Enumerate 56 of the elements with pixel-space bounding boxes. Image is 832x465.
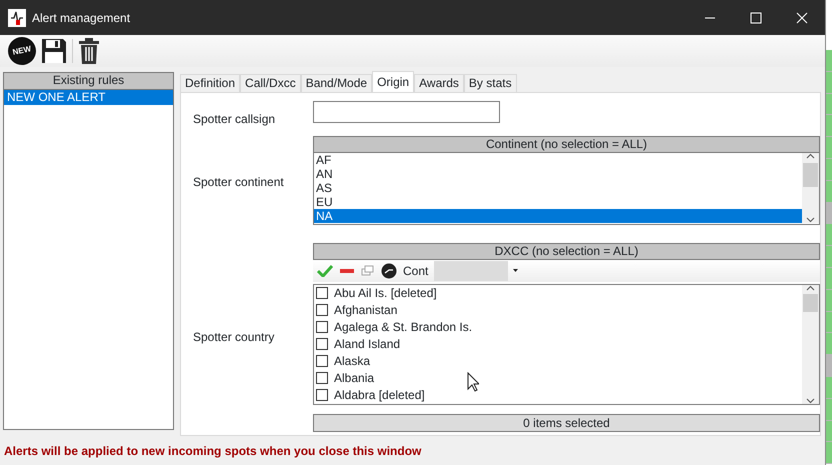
rule-item[interactable]: NEW ONE ALERT	[4, 90, 173, 105]
list-item[interactable]: AS	[314, 181, 802, 196]
cursor-icon	[467, 372, 479, 392]
scrollbar[interactable]	[802, 153, 819, 224]
scroll-thumb[interactable]	[803, 163, 818, 188]
continent-list[interactable]: AF AN AS EU NA	[313, 153, 820, 226]
scroll-thumb[interactable]	[803, 294, 818, 312]
save-icon[interactable]	[40, 37, 68, 65]
field-label: Spotter continent	[193, 174, 285, 192]
trash-icon[interactable]	[77, 37, 101, 65]
scroll-up-icon[interactable]	[806, 153, 815, 160]
checkbox[interactable]	[316, 372, 328, 384]
scroll-up-icon[interactable]	[806, 284, 815, 291]
list-item[interactable]: AF	[314, 153, 802, 168]
filter-label: Cont	[403, 262, 428, 280]
scroll-down-icon[interactable]	[806, 217, 815, 224]
checkbox[interactable]	[316, 338, 328, 350]
list-item[interactable]: Agalega & St. Brandon Is.	[314, 318, 802, 336]
tab[interactable]: Awards	[414, 74, 464, 92]
list-item[interactable]: Abu Ail Is. [deleted]	[314, 284, 802, 302]
checkbox[interactable]	[316, 304, 328, 316]
callsign-field[interactable]	[313, 101, 500, 123]
list-item[interactable]: AN	[314, 167, 802, 182]
list-header: Continent (no selection = ALL)	[313, 136, 820, 154]
list-item[interactable]: EU	[314, 195, 802, 210]
close-icon[interactable]	[796, 12, 808, 24]
maximize-icon[interactable]	[750, 12, 762, 24]
selection-count: 0 items selected	[313, 414, 820, 432]
tab[interactable]: Origin	[372, 71, 414, 92]
list-item[interactable]: Aland Island	[314, 336, 802, 353]
checkbox[interactable]	[316, 355, 328, 368]
tab[interactable]: Definition	[180, 74, 240, 92]
gauge-icon[interactable]	[381, 262, 397, 279]
check-icon[interactable]	[317, 264, 333, 277]
tab[interactable]: Band/Mode	[300, 74, 372, 92]
list-header: DXCC (no selection = ALL)	[313, 242, 820, 260]
checkbox[interactable]	[316, 287, 328, 300]
scrollbar[interactable]	[802, 284, 819, 404]
country-list[interactable]: Abu Ail Is. [deleted] Afghanistan Agalega & St. Brandon Is. Aland Island Alaska Albania Aldabra [deleted]	[313, 284, 820, 405]
status-message: Alerts will be applied to new incoming spots when you close this window	[4, 443, 422, 460]
list-item[interactable]: Afghanistan	[314, 302, 802, 319]
field-label: Spotter callsign	[193, 110, 276, 128]
list-item[interactable]: Albania	[314, 370, 802, 387]
checkbox[interactable]	[316, 389, 328, 402]
app-icon	[8, 8, 26, 26]
window-title: Alert management	[32, 10, 130, 26]
tab[interactable]: By stats	[464, 74, 517, 92]
checkbox[interactable]	[316, 321, 328, 334]
tab[interactable]: Call/Dxcc	[240, 74, 301, 92]
list-item[interactable]: Aldabra [deleted]	[314, 386, 802, 404]
panel-header: Existing rules	[4, 73, 173, 90]
list-item[interactable]: NA	[314, 209, 802, 224]
scroll-down-icon[interactable]	[806, 398, 815, 404]
field-label: Spotter country	[193, 328, 276, 346]
list-item[interactable]: Alaska	[314, 352, 802, 370]
caret-icon[interactable]	[512, 268, 520, 274]
